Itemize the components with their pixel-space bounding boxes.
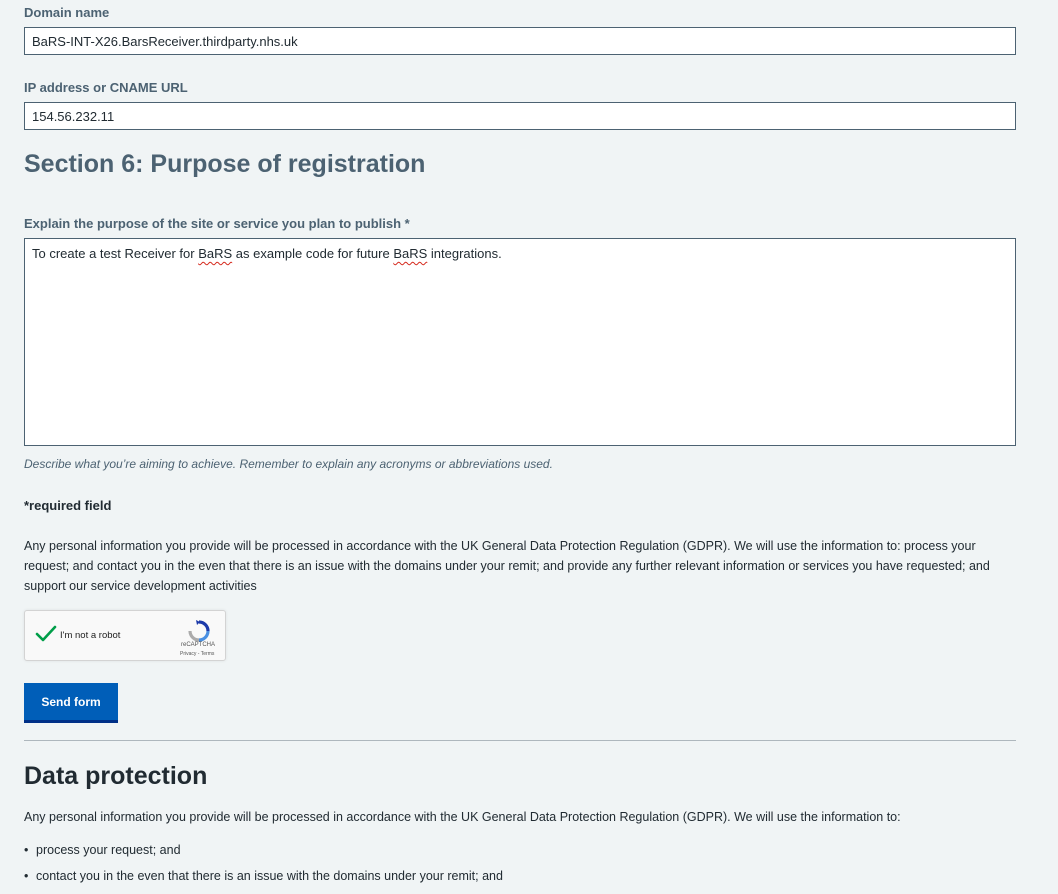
purpose-text-2: as example code for future xyxy=(232,246,394,261)
checkmark-icon[interactable] xyxy=(35,625,57,648)
list-item: contact you in the even that there is an… xyxy=(24,866,1016,892)
purpose-textarea[interactable]: To create a test Receiver for BaRS as ex… xyxy=(24,238,1016,446)
purpose-text-3: integrations. xyxy=(427,246,502,261)
ip-address-value: 154.56.232.11 xyxy=(32,108,115,124)
section-6-heading: Section 6: Purpose of registration xyxy=(24,150,426,178)
required-field-note: *required field xyxy=(24,498,112,513)
data-protection-list: process your request; and contact you in… xyxy=(24,840,1016,892)
recaptcha-widget[interactable]: I'm not a robot reCAPTCHA Privacy - Term… xyxy=(24,610,226,661)
domain-name-label: Domain name xyxy=(24,5,110,20)
list-item: process your request; and xyxy=(24,840,1016,866)
purpose-text-bars-1: BaRS xyxy=(198,246,233,261)
recaptcha-terms-link[interactable]: Terms xyxy=(201,651,215,657)
send-form-button[interactable]: Send form xyxy=(24,683,118,720)
purpose-text-1: To create a test Receiver for xyxy=(32,246,199,261)
purpose-text-bars-2: BaRS xyxy=(393,246,428,261)
data-protection-heading: Data protection xyxy=(24,762,208,790)
ip-address-label: IP address or CNAME URL xyxy=(24,80,188,95)
purpose-label: Explain the purpose of the site or servi… xyxy=(24,216,410,231)
recaptcha-label: I'm not a robot xyxy=(60,630,121,641)
section-divider xyxy=(24,740,1016,741)
domain-name-value: BaRS-INT-X26.BarsReceiver.thirdparty.nhs… xyxy=(32,33,298,49)
gdpr-notice: Any personal information you provide wil… xyxy=(24,539,990,593)
recaptcha-privacy-link[interactable]: Privacy xyxy=(180,651,196,657)
recaptcha-brand: reCAPTCHA xyxy=(181,642,216,648)
domain-name-input[interactable]: BaRS-INT-X26.BarsReceiver.thirdparty.nhs… xyxy=(24,27,1016,55)
purpose-hint: Describe what you’re aiming to achieve. … xyxy=(24,457,553,471)
data-protection-intro: Any personal information you provide wil… xyxy=(24,810,901,824)
recaptcha-links: Privacy - Terms xyxy=(180,651,214,657)
ip-address-input[interactable]: 154.56.232.11 xyxy=(24,102,1016,130)
